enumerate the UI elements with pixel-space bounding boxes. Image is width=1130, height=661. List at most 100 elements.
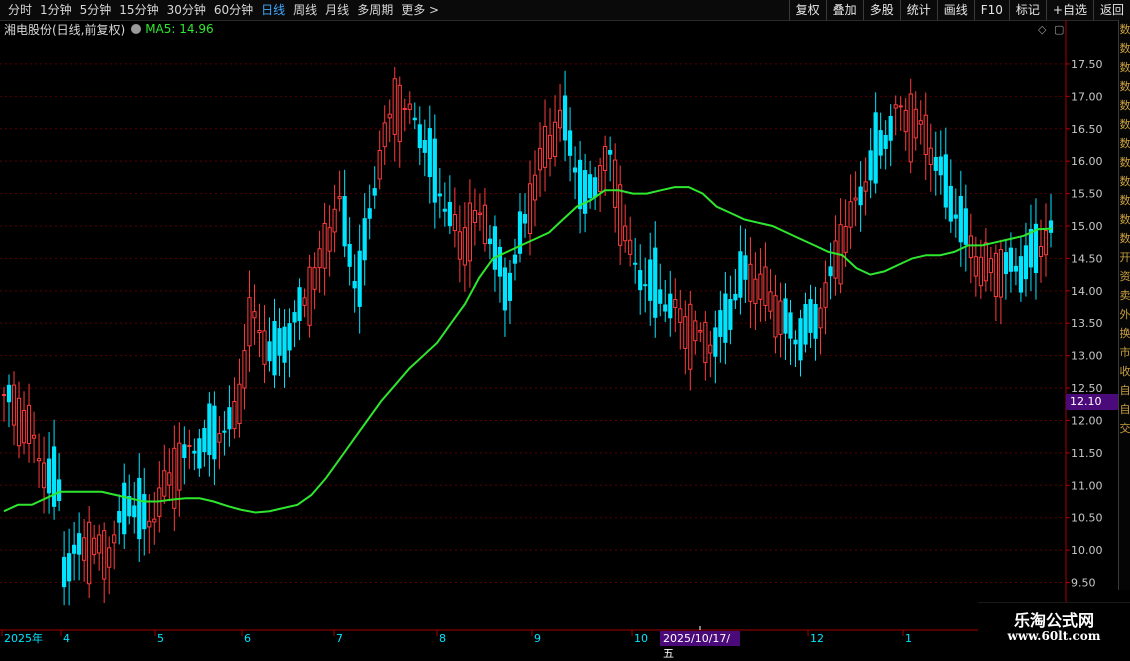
candle-body (583, 170, 588, 214)
period-tab[interactable]: 15分钟 (115, 0, 162, 20)
candle-body (447, 201, 452, 227)
side-panel-label: 收 (1119, 365, 1130, 378)
candle-body (547, 134, 553, 159)
toolbar-button[interactable]: 画线 (936, 0, 974, 20)
candle-body (843, 225, 848, 253)
candle-body (332, 208, 337, 233)
candle-body (197, 438, 202, 469)
candle-body (648, 259, 653, 301)
price-label: 9.50 (1071, 577, 1096, 590)
period-tabs: 分时 1分钟 5分钟 15分钟 30分钟 60分钟 日线 周线 月线 多周期 更多 > (4, 0, 443, 20)
candle-body (838, 224, 843, 285)
candle-body (442, 208, 447, 212)
toolbar-button[interactable]: 统计 (899, 0, 937, 20)
period-tab[interactable]: 日线 (257, 0, 289, 20)
candle-body (883, 134, 888, 149)
candle-body (217, 433, 222, 443)
candle-body (377, 150, 382, 180)
price-tag: 12.10 (1066, 394, 1118, 410)
candle-body (848, 201, 853, 228)
side-panel-label: 数 (1119, 194, 1130, 207)
candle-body (357, 250, 362, 307)
side-panel-label: 数 (1119, 61, 1130, 74)
toolbar: 分时 1分钟 5分钟 15分钟 30分钟 60分钟 日线 周线 月线 多周期 更多 > 复权 叠加 多股… (0, 0, 1130, 21)
candle-body (507, 272, 513, 301)
candle-body (572, 167, 578, 173)
candle-body (202, 428, 207, 453)
candle-body (903, 109, 908, 133)
toolbar-button[interactable]: 返回 (1092, 0, 1130, 20)
toolbar-button[interactable]: F10 (973, 0, 1009, 20)
candle-body (938, 156, 943, 176)
candle-body (107, 547, 112, 568)
candle-body (638, 270, 643, 291)
toolbar-button[interactable]: 多股 (862, 0, 900, 20)
toolbar-button[interactable]: 标记 (1008, 0, 1046, 20)
candle-body (157, 487, 162, 517)
candle-body (603, 146, 608, 171)
candle-body (773, 295, 778, 338)
watermark: 乐淘公式网 www.60lt.com (978, 602, 1130, 651)
candle-body (46, 458, 52, 494)
candle-body (868, 150, 873, 181)
candle-body (963, 208, 968, 245)
candle-body (452, 214, 457, 232)
candle-body (407, 103, 412, 110)
chart-title-bar: 湘电股份(日线,前复权) MA5: 14.96 (0, 20, 214, 38)
candle-body (532, 174, 538, 201)
candle-body (978, 256, 983, 287)
candle-body (758, 273, 763, 300)
candle-body (1003, 252, 1009, 275)
candle-body (257, 330, 262, 334)
toolbar-button[interactable]: 复权 (788, 0, 826, 20)
candlestick-chart[interactable]: 17.50 17.00 16.50 16.00 15.50 15.00 14.50 14.00… (0, 0, 1130, 650)
price-label: 14.00 (1071, 285, 1103, 298)
period-tab[interactable]: 多周期 (353, 0, 397, 20)
candle-body (693, 320, 698, 342)
candle-body (933, 156, 938, 171)
candle-body (227, 407, 232, 430)
price-label: 13.00 (1071, 350, 1103, 363)
period-tab[interactable]: 月线 (321, 0, 353, 20)
candle-body (11, 384, 17, 426)
candle-body (457, 231, 462, 260)
period-tab[interactable]: 60分钟 (210, 0, 257, 20)
candle-body (683, 316, 688, 349)
candle-body (462, 227, 467, 266)
ma-label: MA5: 14.96 (145, 22, 214, 36)
candle-body (282, 326, 287, 363)
month-label: 9 (534, 632, 541, 645)
price-label: 16.00 (1071, 155, 1103, 168)
candle-body (1043, 230, 1049, 256)
period-tab[interactable]: 30分钟 (163, 0, 210, 20)
candle-body (152, 518, 157, 523)
toolbar-button[interactable]: +自选 (1045, 0, 1093, 20)
candle-body (297, 287, 302, 322)
candle-body (287, 323, 292, 351)
period-tab[interactable]: 分时 (4, 0, 36, 20)
side-panel-label: 开 (1119, 251, 1130, 264)
candle-body (823, 282, 828, 308)
month-label: 2025年 (4, 631, 43, 645)
price-label: 17.50 (1071, 58, 1103, 71)
candle-body (918, 120, 923, 125)
candle-body (422, 140, 427, 153)
watermark-url: www.60lt.com (1007, 629, 1101, 643)
side-panel-label: 外 (1119, 308, 1130, 321)
period-tab[interactable]: 1分钟 (36, 0, 76, 20)
candle-body (562, 95, 568, 141)
candle-body (998, 249, 1003, 298)
indicator-toggle-icon[interactable] (131, 24, 142, 34)
candle-body (618, 184, 623, 246)
candle-body (317, 248, 322, 269)
candle-body (783, 298, 788, 334)
period-tab[interactable]: 5分钟 (76, 0, 116, 20)
price-label: 15.00 (1071, 220, 1103, 233)
candle-body (402, 107, 407, 111)
period-tab[interactable]: 周线 (289, 0, 321, 20)
period-tab[interactable]: 更多 > (397, 0, 443, 20)
candle-body (182, 444, 187, 459)
candle-body (387, 113, 392, 119)
toolbar-button[interactable]: 叠加 (825, 0, 863, 20)
candle-body (713, 327, 718, 357)
